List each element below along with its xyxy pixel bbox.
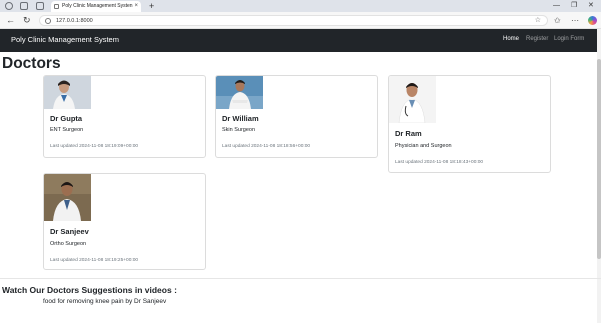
scrollbar-thumb[interactable] — [597, 59, 601, 259]
doctor-photo — [216, 76, 263, 109]
site-navbar: Poly Clinic Management System Home Regis… — [0, 29, 601, 52]
video-item[interactable]: food for removing knee pain by Dr Sanjee… — [43, 298, 166, 305]
new-tab-icon[interactable]: + — [149, 0, 154, 12]
doctor-card: Dr William Skin Surgeon Last updated 202… — [215, 75, 378, 158]
doctor-specialty: Physician and Surgeon — [395, 143, 452, 149]
doctor-name: Dr Ram — [395, 129, 422, 138]
reload-icon[interactable]: ↻ — [23, 15, 31, 26]
nav-link-login-form[interactable]: Login Form — [554, 36, 584, 42]
doctor-name: Dr Sanjeev — [50, 227, 89, 236]
tab-actions-icon[interactable] — [36, 2, 44, 10]
back-arrow-icon[interactable]: ← — [6, 15, 15, 26]
doctor-name: Dr Gupta — [50, 114, 83, 123]
doctor-photo — [389, 76, 436, 123]
restore-icon[interactable]: ❐ — [571, 0, 577, 12]
navbar-brand[interactable]: Poly Clinic Management System — [11, 35, 119, 44]
tab-title: Poly Clinic Management Systen — [62, 3, 133, 9]
doctor-specialty: Skin Surgeon — [222, 127, 256, 133]
last-updated-text: Last updated 2024-11-08 18:19:09+00:00 — [50, 144, 139, 149]
page-icon — [54, 4, 59, 9]
doctor-card: Dr Ram Physician and Surgeon Last update… — [388, 75, 551, 173]
workspaces-icon[interactable] — [20, 2, 28, 10]
url-text[interactable]: 127.0.0.1:8000 — [56, 18, 93, 24]
doctor-specialty: ENT Surgeon — [50, 127, 84, 133]
close-window-icon[interactable]: ✕ — [588, 0, 594, 12]
section-divider — [0, 278, 601, 279]
address-bar-row: ← ↻ 127.0.0.1:8000 ☆ ✩ ⋯ — [0, 12, 601, 29]
page-title: Doctors — [2, 55, 61, 72]
doctor-name: Dr William — [222, 114, 259, 123]
last-updated-text: Last updated 2024-11-08 18:18:56+00:00 — [222, 144, 311, 149]
browser-tab[interactable]: Poly Clinic Management Systen × — [51, 1, 141, 12]
close-tab-icon[interactable]: × — [134, 1, 138, 12]
nav-link-home[interactable]: Home — [503, 36, 519, 42]
nav-link-register[interactable]: Register — [526, 36, 548, 42]
browser-tab-bar: Poly Clinic Management Systen × + — ❐ ✕ — [0, 0, 601, 12]
doctor-card: Dr Gupta ENT Surgeon Last updated 2024-1… — [43, 75, 206, 158]
copilot-icon[interactable] — [588, 16, 597, 25]
last-updated-text: Last updated 2024-11-08 18:19:25+00:00 — [50, 258, 139, 263]
minimize-icon[interactable]: — — [553, 0, 560, 12]
profile-icon[interactable] — [5, 2, 13, 10]
favorites-icon[interactable]: ✩ — [554, 15, 561, 26]
site-info-icon[interactable] — [45, 18, 51, 24]
doctor-specialty: Ortho Surgeon — [50, 241, 87, 247]
address-bar[interactable]: 127.0.0.1:8000 ☆ — [39, 15, 548, 26]
favorite-star-icon[interactable]: ☆ — [535, 16, 541, 26]
doctor-photo — [44, 76, 91, 109]
videos-heading: Watch Our Doctors Suggestions in videos … — [2, 285, 177, 295]
doctor-card: Dr Sanjeev Ortho Surgeon Last updated 20… — [43, 173, 206, 270]
more-options-icon[interactable]: ⋯ — [571, 15, 579, 26]
last-updated-text: Last updated 2024-11-08 18:18:43+00:00 — [395, 160, 484, 165]
doctor-photo — [44, 174, 91, 221]
